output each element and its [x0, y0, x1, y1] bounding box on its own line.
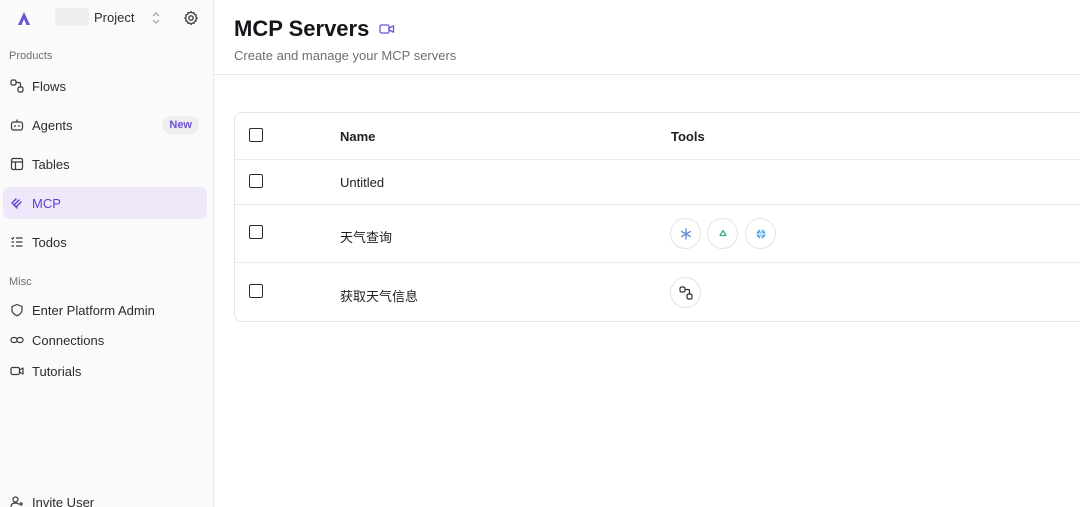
server-name[interactable]: 天气查询	[340, 227, 392, 246]
sidebar-item-agents[interactable]: Agents New	[3, 109, 207, 141]
table-icon	[9, 156, 25, 172]
select-all-checkbox[interactable]	[249, 128, 263, 142]
video-icon[interactable]	[379, 22, 395, 36]
page-subtitle: Create and manage your MCP servers	[234, 48, 457, 63]
sidebar-item-tables[interactable]: Tables	[3, 148, 207, 180]
sidebar-item-mcp[interactable]: MCP	[3, 187, 207, 219]
row-checkbox[interactable]	[249, 284, 263, 298]
invite-user-label: Invite User	[32, 494, 95, 507]
sidebar-item-tutorials[interactable]: Tutorials	[3, 355, 207, 387]
table-row[interactable]: 获取天气信息	[235, 263, 1080, 321]
sidebar-item-label: Flows	[32, 78, 66, 94]
agents-icon	[9, 117, 25, 133]
section-label-misc: Misc	[9, 276, 32, 288]
table-row[interactable]: 天气查询	[235, 205, 1080, 263]
link-icon	[9, 332, 25, 348]
flows-icon	[9, 78, 25, 94]
row-checkbox[interactable]	[249, 225, 263, 239]
table-row[interactable]: Untitled	[235, 160, 1080, 205]
column-header-name: Name	[340, 129, 376, 144]
main-content: MCP Servers Create and manage your MCP s…	[214, 0, 1080, 507]
table-header-row: Name Tools	[235, 113, 1080, 160]
page-title: MCP Servers	[234, 16, 370, 41]
column-header-tools: Tools	[671, 129, 705, 144]
sidebar-item-todos[interactable]: Todos	[3, 226, 207, 258]
project-name: Project	[94, 10, 135, 25]
sidebar-item-label: Agents	[32, 117, 73, 133]
chevron-updown-icon[interactable]	[151, 10, 161, 26]
row-checkbox[interactable]	[249, 174, 263, 188]
mcp-icon	[9, 195, 25, 211]
sidebar-item-label: Tutorials	[32, 363, 82, 379]
todos-icon	[9, 234, 25, 250]
sidebar-item-connections[interactable]: Connections	[3, 324, 207, 356]
project-avatar-placeholder	[55, 8, 89, 26]
video-icon	[9, 363, 25, 379]
app-logo-icon	[18, 12, 30, 25]
sidebar-item-flows[interactable]: Flows	[3, 70, 207, 102]
sidebar-item-label: Enter Platform Admin	[32, 302, 155, 318]
server-name[interactable]: Untitled	[340, 175, 384, 190]
asterisk-tool-icon[interactable]	[670, 218, 701, 249]
sidebar: Project Products Flows Agents New Tables	[0, 0, 214, 507]
page-header: MCP Servers Create and manage your MCP s…	[214, 0, 1080, 75]
new-badge: New	[162, 116, 199, 134]
section-label-products: Products	[9, 50, 53, 62]
sidebar-item-platform-admin[interactable]: Enter Platform Admin	[3, 294, 207, 326]
servers-table: Name Tools Untitled 天气查询 获取天气信息	[234, 112, 1080, 322]
gear-icon[interactable]	[183, 10, 199, 26]
flow-tool-icon[interactable]	[670, 277, 701, 308]
invite-user-button[interactable]: Invite User	[3, 486, 207, 507]
server-name[interactable]: 获取天气信息	[340, 286, 418, 305]
sidebar-item-label: Tables	[32, 156, 70, 172]
sidebar-item-label: Todos	[32, 234, 67, 250]
shield-icon	[9, 302, 25, 318]
sidebar-item-label: Connections	[32, 332, 105, 348]
sidebar-item-label: MCP	[32, 195, 61, 211]
project-switcher[interactable]: Project	[0, 0, 214, 36]
user-plus-icon	[9, 494, 25, 507]
globe-tool-icon[interactable]	[745, 218, 776, 249]
recycle-tool-icon[interactable]	[707, 218, 738, 249]
